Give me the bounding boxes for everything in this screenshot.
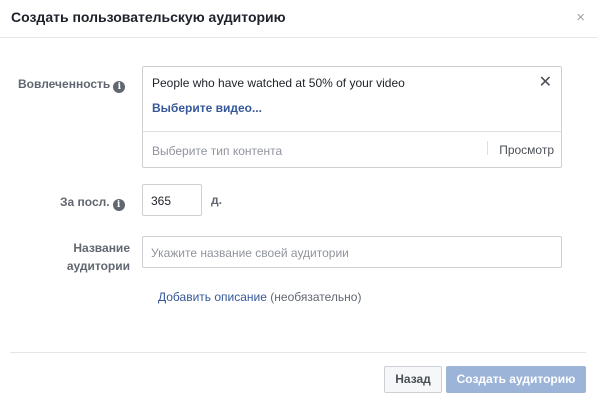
engagement-selector: People who have watched at 50% of your v…	[142, 66, 562, 168]
days-input[interactable]: 365	[142, 184, 202, 216]
period-label-row: За посл. i	[60, 195, 125, 211]
audience-name-label: Название аудитории	[60, 239, 130, 275]
preview-divider	[487, 141, 488, 155]
remove-icon[interactable]: ✕	[539, 72, 552, 92]
selected-engagement-item: People who have watched at 50% of your v…	[152, 76, 405, 90]
close-icon[interactable]: ×	[576, 9, 585, 27]
optional-note: (необязательно)	[270, 290, 362, 304]
engagement-label-row: Вовлеченность i	[18, 77, 126, 93]
dialog-title: Создать пользовательскую аудиторию	[11, 9, 286, 25]
content-type-input[interactable]: Выберите тип контента	[152, 144, 282, 158]
engagement-label: Вовлеченность	[18, 77, 111, 91]
audience-name-input[interactable]: Укажите название своей аудитории	[142, 236, 562, 268]
days-unit: д.	[211, 193, 222, 207]
engagement-selection-area: People who have watched at 50% of your v…	[143, 67, 561, 132]
choose-video-link[interactable]: Выберите видео...	[152, 101, 262, 115]
dialog-header: Создать пользовательскую аудиторию ×	[0, 0, 597, 38]
back-button[interactable]: Назад	[384, 366, 442, 393]
add-description-link[interactable]: Добавить описание	[158, 290, 267, 304]
audience-name-label-line1: Название	[73, 241, 130, 255]
info-icon[interactable]: i	[113, 81, 126, 93]
footer-divider	[10, 352, 586, 353]
add-description-row: Добавить описание (необязательно)	[158, 290, 361, 304]
period-label: За посл.	[60, 195, 110, 209]
preview-button[interactable]: Просмотр	[499, 143, 554, 157]
create-audience-button[interactable]: Создать аудиторию	[446, 366, 586, 393]
audience-name-label-line2: аудитории	[66, 259, 130, 273]
info-icon[interactable]: i	[112, 199, 125, 211]
